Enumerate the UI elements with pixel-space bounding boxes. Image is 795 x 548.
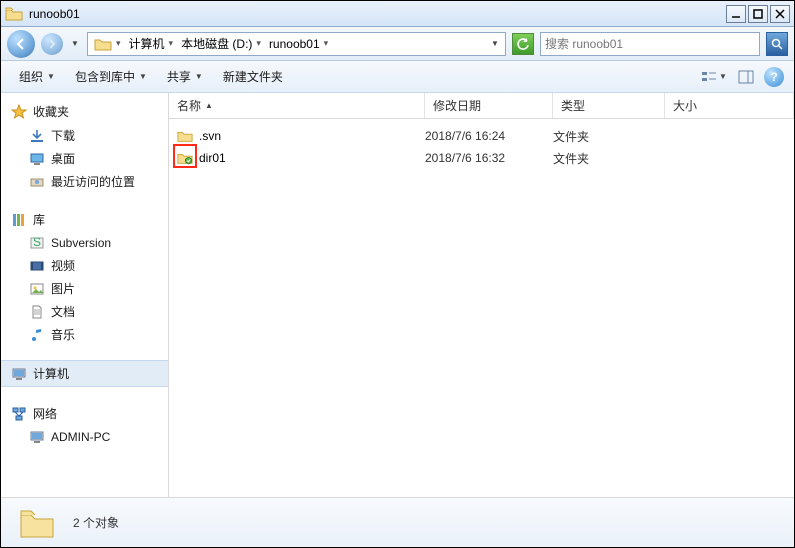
sidebar-libraries[interactable]: 库 bbox=[1, 207, 168, 232]
include-in-library-button[interactable]: 包含到库中▼ bbox=[67, 65, 155, 88]
file-name: .svn bbox=[199, 129, 221, 143]
minimize-button[interactable] bbox=[726, 5, 746, 23]
address-dropdown[interactable]: ▼ bbox=[487, 33, 503, 55]
sidebar-item-recent[interactable]: 最近访问的位置 bbox=[1, 170, 168, 193]
sidebar-label: 视频 bbox=[51, 257, 75, 274]
sidebar-item-downloads[interactable]: 下载 bbox=[1, 124, 168, 147]
sidebar-label: Subversion bbox=[51, 236, 111, 250]
sidebar-network[interactable]: 网络 bbox=[1, 401, 168, 426]
crumb-drive[interactable]: 本地磁盘 (D:)▾ bbox=[177, 33, 265, 55]
window-title: runoob01 bbox=[29, 7, 726, 21]
window-controls bbox=[726, 5, 790, 23]
preview-pane-button[interactable] bbox=[732, 65, 760, 89]
sidebar-label: 网络 bbox=[33, 405, 57, 422]
sidebar-item-videos[interactable]: 视频 bbox=[1, 254, 168, 277]
list-item[interactable]: .svn 2018/7/6 16:24 文件夹 bbox=[169, 125, 794, 147]
sidebar-label: 库 bbox=[33, 211, 45, 228]
column-date[interactable]: 修改日期 bbox=[425, 93, 553, 118]
body: 收藏夹 下载 桌面 最近访问的位置 库 S Subversion bbox=[1, 93, 794, 497]
organize-button[interactable]: 组织▼ bbox=[11, 65, 63, 88]
new-folder-button[interactable]: 新建文件夹 bbox=[215, 65, 291, 88]
subversion-icon: S bbox=[29, 235, 45, 251]
maximize-button[interactable] bbox=[748, 5, 768, 23]
library-icon bbox=[11, 212, 27, 228]
file-name: dir01 bbox=[199, 151, 226, 165]
folder-icon bbox=[177, 128, 193, 144]
pictures-icon bbox=[29, 281, 45, 297]
sidebar-item-music[interactable]: 音乐 bbox=[1, 323, 168, 346]
sidebar-label: 文档 bbox=[51, 303, 75, 320]
column-size[interactable]: 大小 bbox=[665, 93, 794, 118]
file-type: 文件夹 bbox=[553, 128, 665, 145]
sidebar: 收藏夹 下载 桌面 最近访问的位置 库 S Subversion bbox=[1, 93, 169, 497]
sidebar-favorites[interactable]: 收藏夹 bbox=[1, 99, 168, 124]
crumb-computer[interactable]: 计算机▾ bbox=[125, 33, 178, 55]
share-button[interactable]: 共享▼ bbox=[159, 65, 211, 88]
sort-asc-icon: ▲ bbox=[205, 101, 213, 110]
computer-icon bbox=[11, 366, 27, 382]
help-button[interactable]: ? bbox=[764, 67, 784, 87]
status-text: 2 个对象 bbox=[73, 514, 119, 531]
crumb-label: 计算机 bbox=[129, 35, 165, 52]
sidebar-label: 下载 bbox=[51, 127, 75, 144]
document-icon bbox=[29, 304, 45, 320]
crumb-label: runoob01 bbox=[269, 37, 320, 51]
star-icon bbox=[11, 104, 27, 120]
file-list[interactable]: .svn 2018/7/6 16:24 文件夹 dir01 2018/7/6 1… bbox=[169, 119, 794, 497]
statusbar: 2 个对象 bbox=[1, 497, 794, 547]
sidebar-computer[interactable]: 计算机 bbox=[1, 360, 168, 387]
column-name[interactable]: 名称 ▲ bbox=[169, 93, 425, 118]
svg-text:S: S bbox=[33, 235, 41, 249]
music-icon bbox=[29, 327, 45, 343]
crumb-folder-icon[interactable]: ▾ bbox=[90, 33, 125, 55]
sidebar-item-pictures[interactable]: 图片 bbox=[1, 277, 168, 300]
nav-history-dropdown[interactable]: ▼ bbox=[69, 34, 81, 54]
crumb-folder[interactable]: runoob01▾ bbox=[265, 33, 332, 55]
list-item[interactable]: dir01 2018/7/6 16:32 文件夹 bbox=[169, 147, 794, 169]
nav-forward-button[interactable] bbox=[41, 33, 63, 55]
nav-back-button[interactable] bbox=[7, 30, 35, 58]
view-options-button[interactable]: ▼ bbox=[700, 65, 728, 89]
column-type[interactable]: 类型 bbox=[553, 93, 665, 118]
refresh-button[interactable] bbox=[512, 33, 534, 55]
status-folder-icon bbox=[17, 503, 57, 543]
sidebar-item-adminpc[interactable]: ADMIN-PC bbox=[1, 426, 168, 448]
sidebar-label: 计算机 bbox=[33, 365, 69, 382]
titlebar: runoob01 bbox=[1, 1, 794, 27]
navbar: ▼ ▾ 计算机▾ 本地磁盘 (D:)▾ runoob01▾ ▼ 搜索 runoo… bbox=[1, 27, 794, 61]
column-headers: 名称 ▲ 修改日期 类型 大小 bbox=[169, 93, 794, 119]
sidebar-item-desktop[interactable]: 桌面 bbox=[1, 147, 168, 170]
sidebar-item-subversion[interactable]: S Subversion bbox=[1, 232, 168, 254]
window-folder-icon bbox=[5, 5, 23, 23]
address-bar[interactable]: ▾ 计算机▾ 本地磁盘 (D:)▾ runoob01▾ ▼ bbox=[87, 32, 506, 56]
sidebar-label: ADMIN-PC bbox=[51, 430, 110, 444]
sidebar-label: 音乐 bbox=[51, 326, 75, 343]
sidebar-item-documents[interactable]: 文档 bbox=[1, 300, 168, 323]
video-icon bbox=[29, 258, 45, 274]
explorer-window: runoob01 ▼ ▾ 计算机▾ 本地磁盘 (D:)▾ runoob01▾ ▼ bbox=[0, 0, 795, 548]
search-placeholder: 搜索 runoob01 bbox=[545, 35, 755, 52]
sidebar-label: 最近访问的位置 bbox=[51, 173, 135, 190]
file-type: 文件夹 bbox=[553, 150, 665, 167]
toolbar: 组织▼ 包含到库中▼ 共享▼ 新建文件夹 ▼ ? bbox=[1, 61, 794, 93]
file-date: 2018/7/6 16:24 bbox=[425, 129, 553, 143]
download-icon bbox=[29, 128, 45, 144]
sidebar-label: 桌面 bbox=[51, 150, 75, 167]
content-area: 名称 ▲ 修改日期 类型 大小 .svn 2018/7/6 16:24 文件夹 bbox=[169, 93, 794, 497]
sidebar-label: 收藏夹 bbox=[33, 103, 69, 120]
crumb-label: 本地磁盘 (D:) bbox=[181, 35, 252, 52]
file-date: 2018/7/6 16:32 bbox=[425, 151, 553, 165]
close-button[interactable] bbox=[770, 5, 790, 23]
sidebar-label: 图片 bbox=[51, 280, 75, 297]
search-go-button[interactable] bbox=[766, 32, 788, 56]
network-icon bbox=[11, 406, 27, 422]
pc-icon bbox=[29, 429, 45, 445]
search-input[interactable]: 搜索 runoob01 bbox=[540, 32, 760, 56]
recent-icon bbox=[29, 174, 45, 190]
desktop-icon bbox=[29, 151, 45, 167]
folder-svn-icon bbox=[177, 150, 193, 166]
